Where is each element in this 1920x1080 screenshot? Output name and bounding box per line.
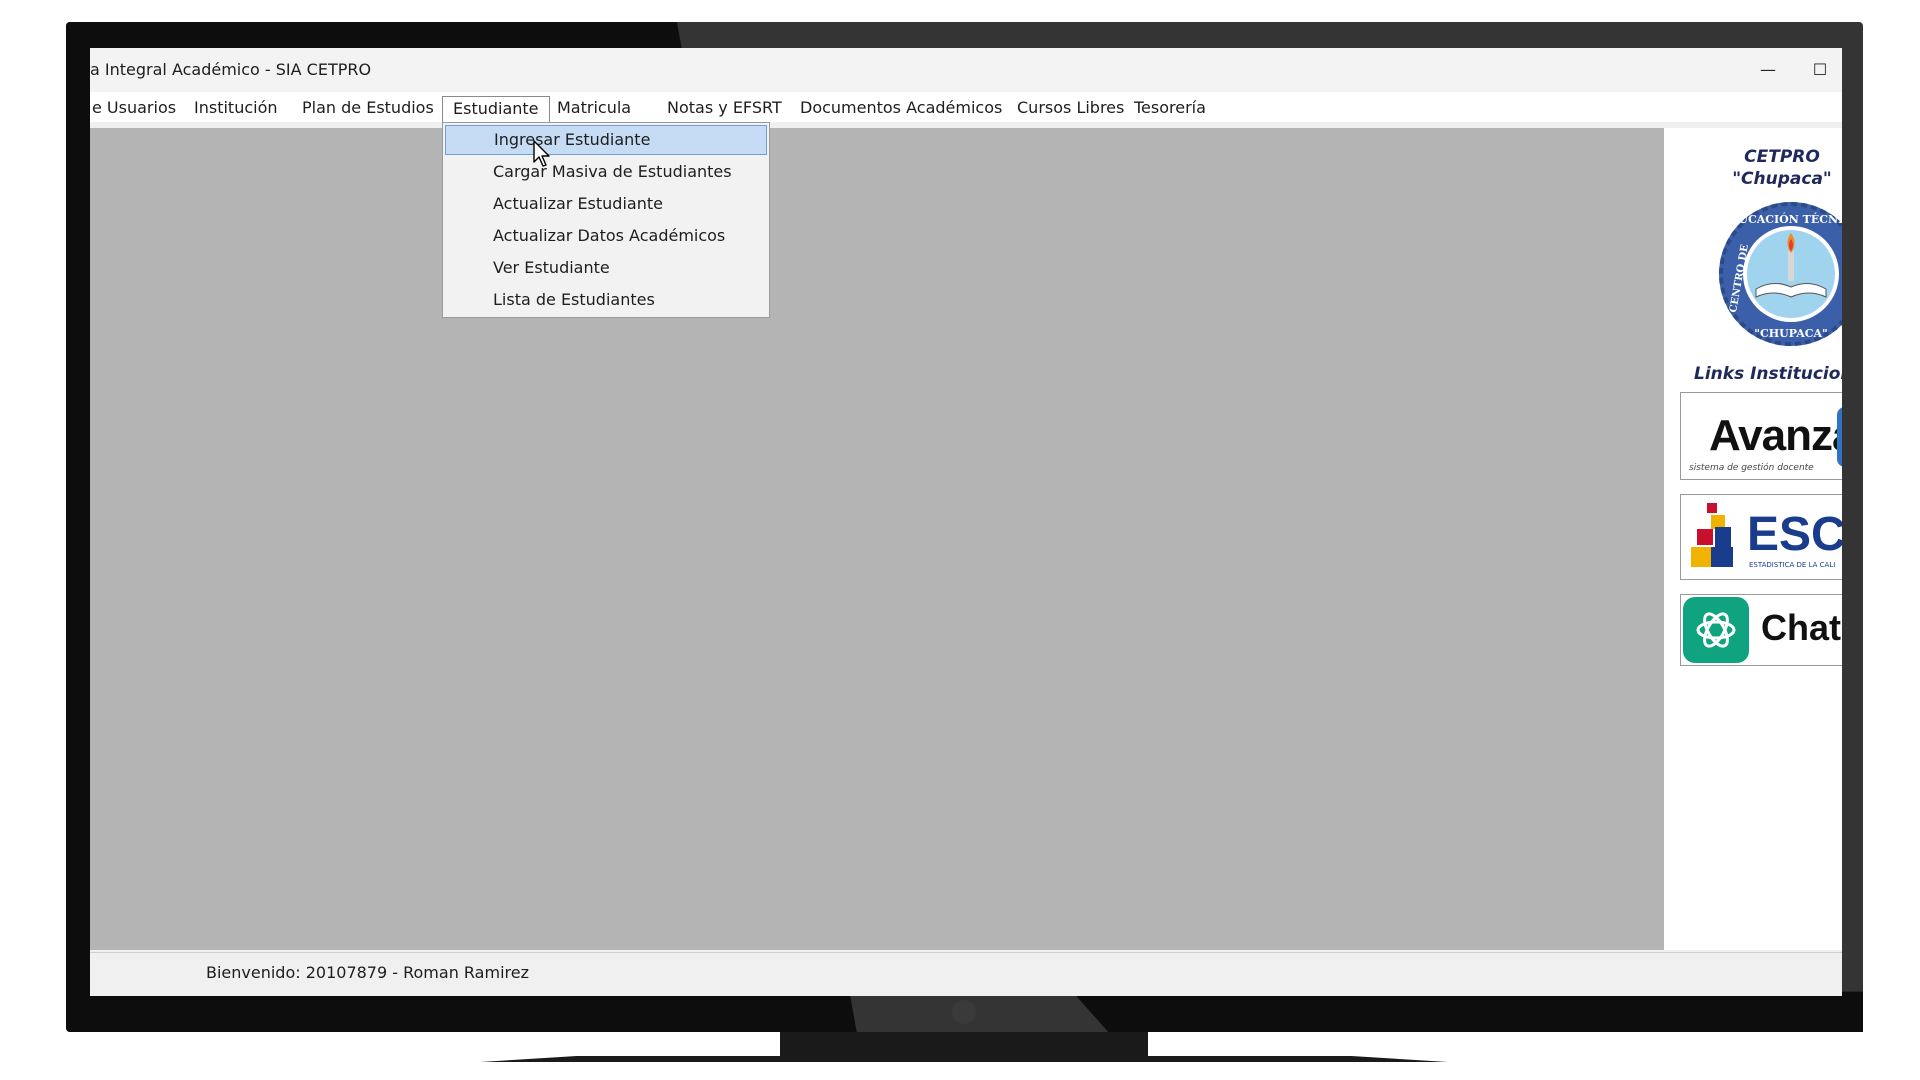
institution-name-line1: CETPRO — [1744, 147, 1820, 167]
menu-cursos-libres[interactable]: Cursos Libres — [1007, 96, 1134, 120]
avanza-logo-text: Avanza — [1709, 411, 1842, 460]
menu-usuarios[interactable]: e Usuarios — [90, 96, 186, 120]
menu-item-lista-estudiantes[interactable]: Lista de Estudiantes — [445, 285, 767, 315]
avanza-link[interactable]: Avanza sistema de gestión docente — [1680, 392, 1842, 480]
menu-matricula[interactable]: Matricula — [547, 96, 641, 120]
avanza-subtitle: sistema de gestión docente — [1689, 463, 1814, 473]
title-bar: a Integral Académico - SIA CETPRO — ☐ — [90, 48, 1842, 92]
mouse-cursor-icon — [533, 140, 550, 167]
menu-documentos-academicos[interactable]: Documentos Académicos — [790, 96, 1012, 120]
menu-bar: e Usuarios Institución Plan de Estudios … — [90, 92, 1842, 123]
menu-plan-de-estudios[interactable]: Plan de Estudios — [292, 96, 444, 120]
menu-item-ver-estudiante[interactable]: Ver Estudiante — [445, 253, 767, 283]
institution-name: CETPRO "Chupaca" — [1722, 146, 1842, 190]
maximize-button[interactable]: ☐ — [1800, 54, 1840, 84]
chatgpt-link[interactable]: Chat( — [1680, 594, 1842, 666]
estudiante-dropdown-menu: Ingresar Estudiante Cargar Masiva de Est… — [442, 122, 770, 318]
institution-seal-logo: EDUCACIÓN TÉCNICO CENTRO DE "CHUPACA" — [1718, 201, 1842, 347]
institution-name-line2: "Chupaca" — [1732, 169, 1832, 189]
status-bar: Bienvenido: 20107879 - Roman Ramirez — [90, 952, 1842, 996]
monitor-power-dot — [952, 1000, 976, 1024]
menu-item-actualizar-estudiante[interactable]: Actualizar Estudiante — [445, 189, 767, 219]
monitor-stand-base — [480, 1056, 1448, 1062]
menu-item-actualizar-datos-academicos[interactable]: Actualizar Datos Académicos — [445, 221, 767, 251]
seal-bottom-text: "CHUPACA" — [1754, 327, 1828, 340]
minimize-button[interactable]: — — [1748, 54, 1788, 84]
links-title: Links Institucion — [1694, 364, 1842, 384]
avanza-logo-accent — [1837, 407, 1842, 467]
esca-logo-icon — [1691, 503, 1733, 567]
esca-subtitle: ESTADISTICA DE LA CALI — [1749, 561, 1836, 569]
seal-top-text: EDUCACIÓN TÉCNICO — [1720, 212, 1842, 226]
esca-logo-text: ESCA — [1747, 508, 1842, 561]
welcome-status: Bienvenido: 20107879 - Roman Ramirez — [206, 963, 529, 982]
window-title: a Integral Académico - SIA CETPRO — [90, 60, 372, 79]
chatgpt-logo-icon — [1683, 597, 1749, 663]
menu-tesoreria[interactable]: Tesorería — [1124, 96, 1216, 120]
menu-estudiante[interactable]: Estudiante — [442, 96, 550, 123]
mdi-workspace — [90, 128, 1664, 950]
esca-link[interactable]: ESCA ESTADISTICA DE LA CALI — [1680, 494, 1842, 580]
menu-item-cargar-masiva[interactable]: Cargar Masiva de Estudiantes — [445, 157, 767, 187]
monitor-stand — [780, 1032, 1148, 1058]
institution-panel: CETPRO "Chupaca" EDUCACIÓN TÉCNICO CENTR… — [1664, 128, 1842, 950]
menu-notas-efsrt[interactable]: Notas y EFSRT — [657, 96, 792, 120]
menu-item-ingresar-estudiante[interactable]: Ingresar Estudiante — [445, 125, 767, 155]
app-window: a Integral Académico - SIA CETPRO — ☐ e … — [90, 48, 1842, 996]
menu-institucion[interactable]: Institución — [184, 96, 288, 120]
chatgpt-logo-text: Chat( — [1761, 607, 1842, 648]
